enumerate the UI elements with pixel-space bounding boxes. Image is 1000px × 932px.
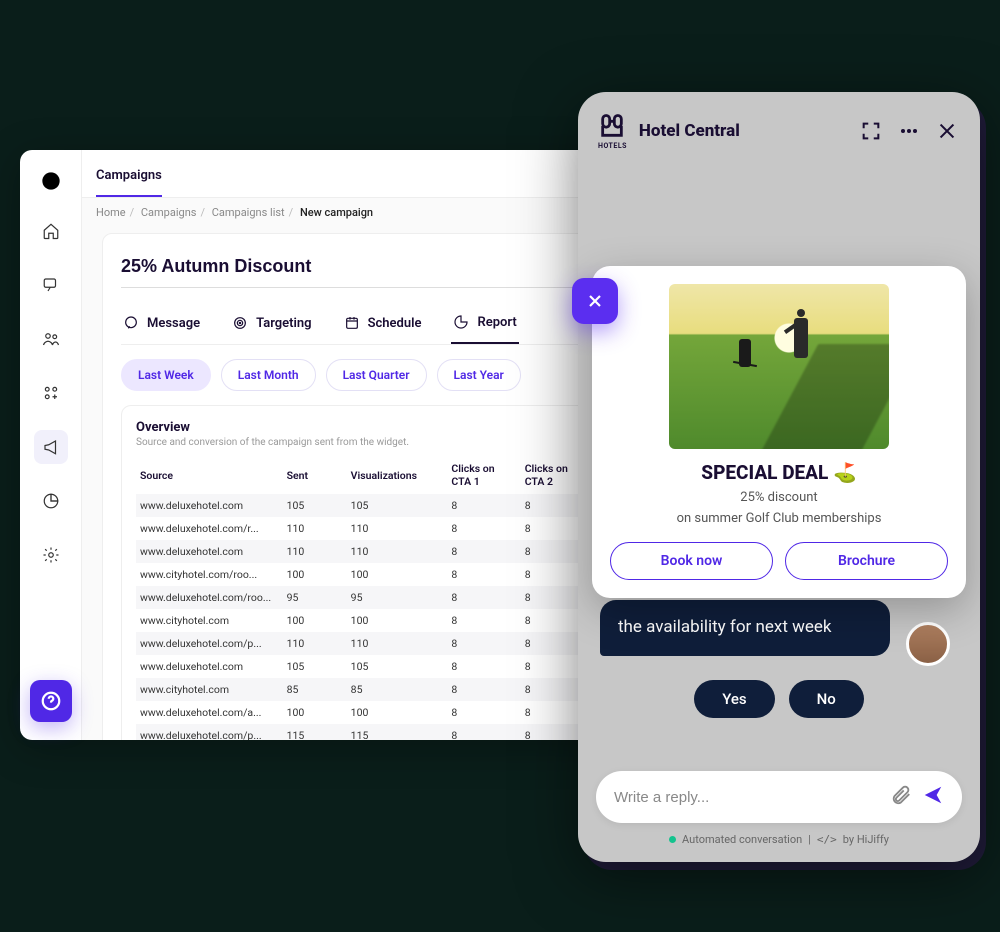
crumb-list[interactable]: Campaigns list bbox=[212, 206, 285, 219]
close-chat-icon[interactable] bbox=[934, 118, 960, 144]
chat-widget: HOTELS Hotel Central the availability fo… bbox=[578, 92, 980, 862]
nav-settings-icon[interactable] bbox=[34, 538, 68, 572]
reply-box bbox=[596, 771, 962, 823]
nav-home-icon[interactable] bbox=[34, 214, 68, 248]
hotel-logo: HOTELS bbox=[598, 112, 627, 150]
agent-avatar bbox=[906, 622, 950, 666]
chip-last-year[interactable]: Last Year bbox=[437, 359, 521, 391]
chip-last-quarter[interactable]: Last Quarter bbox=[326, 359, 427, 391]
table-row: www.deluxehotel.com/roo...959588 bbox=[136, 586, 594, 609]
tab-report[interactable]: Report bbox=[451, 306, 518, 344]
nav-campaigns-icon[interactable] bbox=[34, 430, 68, 464]
chat-footer: Automated conversation | </> by HiJiffy bbox=[578, 771, 980, 862]
promo-image bbox=[669, 284, 889, 449]
tab-schedule[interactable]: Schedule bbox=[342, 306, 424, 344]
table-row: www.deluxehotel.com10510588 bbox=[136, 494, 594, 517]
table-row: www.deluxehotel.com/p...11011088 bbox=[136, 632, 594, 655]
nav-apps-icon[interactable] bbox=[34, 376, 68, 410]
nav-chat-icon[interactable] bbox=[34, 268, 68, 302]
crumb-campaigns[interactable]: Campaigns bbox=[141, 206, 197, 219]
chat-header: HOTELS Hotel Central bbox=[578, 92, 980, 166]
table-row: www.deluxehotel.com/p...11511588 bbox=[136, 724, 594, 740]
status-dot-icon bbox=[669, 836, 676, 843]
more-icon[interactable] bbox=[896, 118, 922, 144]
nav-contacts-icon[interactable] bbox=[34, 322, 68, 356]
nav-analytics-icon[interactable] bbox=[34, 484, 68, 518]
reply-yes-button[interactable]: Yes bbox=[694, 680, 774, 718]
send-icon[interactable] bbox=[922, 784, 944, 810]
overview-table: Source Sent Visualizations Clicks on CTA… bbox=[136, 456, 594, 740]
chat-brand-name: Hotel Central bbox=[639, 121, 740, 141]
footer-note: Automated conversation | </> by HiJiffy bbox=[596, 833, 962, 846]
promo-line2: on summer Golf Club memberships bbox=[610, 511, 948, 526]
app-logo bbox=[38, 168, 64, 194]
table-row: www.deluxehotel.com10510588 bbox=[136, 655, 594, 678]
promo-card: SPECIAL DEAL ⛳ 25% discount on summer Go… bbox=[592, 266, 966, 598]
crumb-current: New campaign bbox=[300, 206, 373, 219]
chip-last-week[interactable]: Last Week bbox=[121, 359, 211, 391]
overview-subtitle: Source and conversion of the campaign se… bbox=[136, 437, 594, 448]
help-button[interactable] bbox=[30, 680, 72, 722]
table-row: www.deluxehotel.com/a...10010088 bbox=[136, 701, 594, 724]
book-now-button[interactable]: Book now bbox=[610, 542, 773, 580]
topnav-campaigns[interactable]: Campaigns bbox=[96, 168, 162, 197]
chat-body: the availability for next week Yes No SP… bbox=[578, 166, 980, 766]
attach-icon[interactable] bbox=[890, 784, 912, 810]
tab-targeting[interactable]: Targeting bbox=[230, 306, 313, 344]
table-row: www.cityhotel.com858588 bbox=[136, 678, 594, 701]
table-row: www.deluxehotel.com11011088 bbox=[136, 540, 594, 563]
table-row: www.cityhotel.com10010088 bbox=[136, 609, 594, 632]
sidebar bbox=[20, 150, 82, 740]
close-promo-button[interactable] bbox=[572, 278, 618, 324]
promo-title: SPECIAL DEAL ⛳ bbox=[610, 461, 948, 484]
reply-no-button[interactable]: No bbox=[789, 680, 864, 718]
table-row: www.cityhotel.com/roo...10010088 bbox=[136, 563, 594, 586]
brochure-button[interactable]: Brochure bbox=[785, 542, 948, 580]
crumb-home[interactable]: Home bbox=[96, 206, 126, 219]
promo-line1: 25% discount bbox=[610, 490, 948, 505]
agent-message: the availability for next week bbox=[600, 600, 890, 656]
overview-card: Overview Source and conversion of the ca… bbox=[121, 405, 609, 740]
tab-message[interactable]: Message bbox=[121, 306, 202, 344]
table-row: www.deluxehotel.com/r...11011088 bbox=[136, 517, 594, 540]
expand-icon[interactable] bbox=[858, 118, 884, 144]
reply-input[interactable] bbox=[614, 789, 880, 806]
chip-last-month[interactable]: Last Month bbox=[221, 359, 316, 391]
overview-title: Overview bbox=[136, 420, 594, 435]
